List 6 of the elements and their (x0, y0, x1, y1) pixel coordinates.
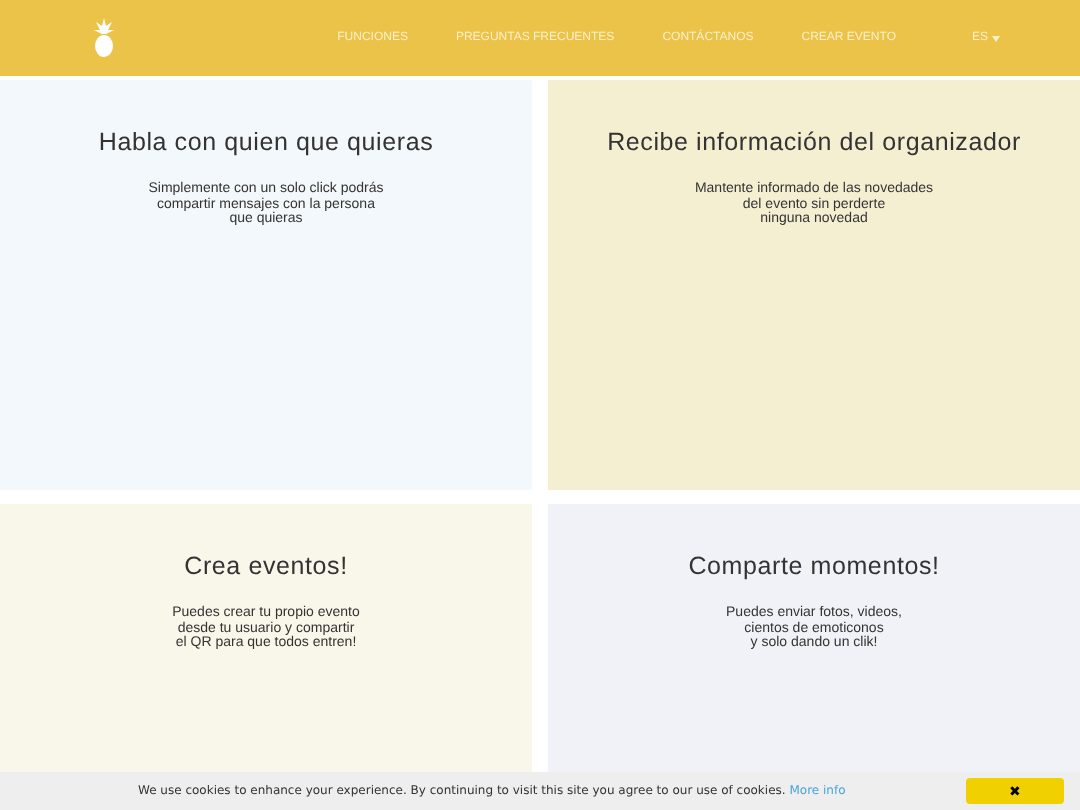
feature-title: Habla con quien que quieras (96, 128, 436, 156)
feature-title: Recibe información del organizador (605, 128, 1023, 156)
caret-icon (992, 35, 1000, 41)
feature-title: Comparte momentos! (686, 552, 942, 580)
pineapple-logo[interactable] (92, 18, 116, 58)
feature-title: Crea eventos! (182, 552, 350, 580)
